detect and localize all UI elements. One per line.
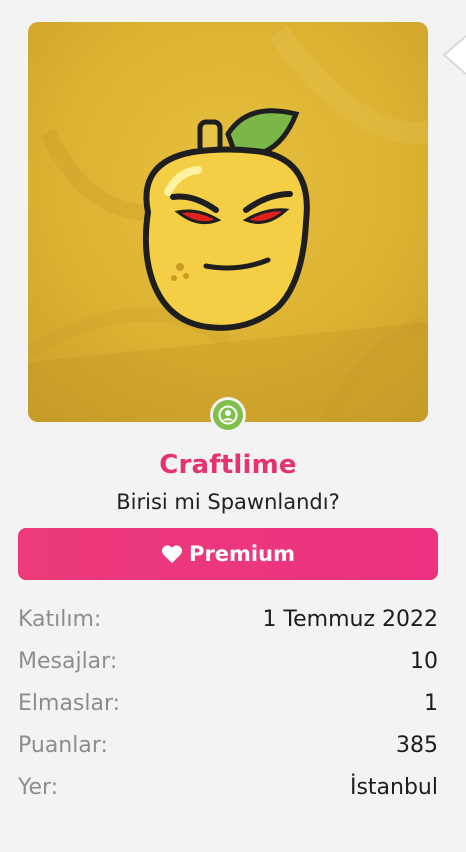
stat-label: Mesajlar: — [18, 648, 118, 674]
stat-row-location: Yer: İstanbul — [18, 766, 438, 808]
stat-value[interactable]: 10 — [410, 649, 438, 674]
lemon-mascot-image — [28, 25, 428, 422]
stat-label: Elmaslar: — [18, 690, 121, 716]
user-title: Birisi mi Spawnlandı? — [116, 490, 340, 514]
username[interactable]: Craftlime — [0, 450, 456, 480]
stat-row-points: Puanlar: 385 — [18, 724, 438, 766]
premium-button[interactable]: Premium — [18, 528, 438, 580]
profile-avatar[interactable] — [28, 22, 428, 422]
chevron-left-icon[interactable] — [438, 30, 466, 80]
user-online-icon — [213, 400, 243, 430]
stat-row-diamonds: Elmaslar: 1 — [18, 682, 438, 724]
online-status-badge — [210, 397, 246, 433]
stat-label: Yer: — [18, 774, 59, 800]
stat-label: Katılım: — [18, 606, 102, 632]
stat-row-messages: Mesajlar: 10 — [18, 640, 438, 682]
stat-row-joined: Katılım: 1 Temmuz 2022 — [18, 598, 438, 640]
stat-value: 1 — [424, 690, 438, 716]
stat-value: 1 Temmuz 2022 — [262, 606, 438, 632]
profile-stats: Katılım: 1 Temmuz 2022 Mesajlar: 10 Elma… — [18, 598, 438, 808]
stat-value[interactable]: İstanbul — [350, 775, 438, 800]
heart-icon — [161, 545, 183, 564]
stat-label: Puanlar: — [18, 732, 108, 758]
stat-value[interactable]: 385 — [396, 733, 438, 758]
premium-label: Premium — [189, 542, 295, 566]
